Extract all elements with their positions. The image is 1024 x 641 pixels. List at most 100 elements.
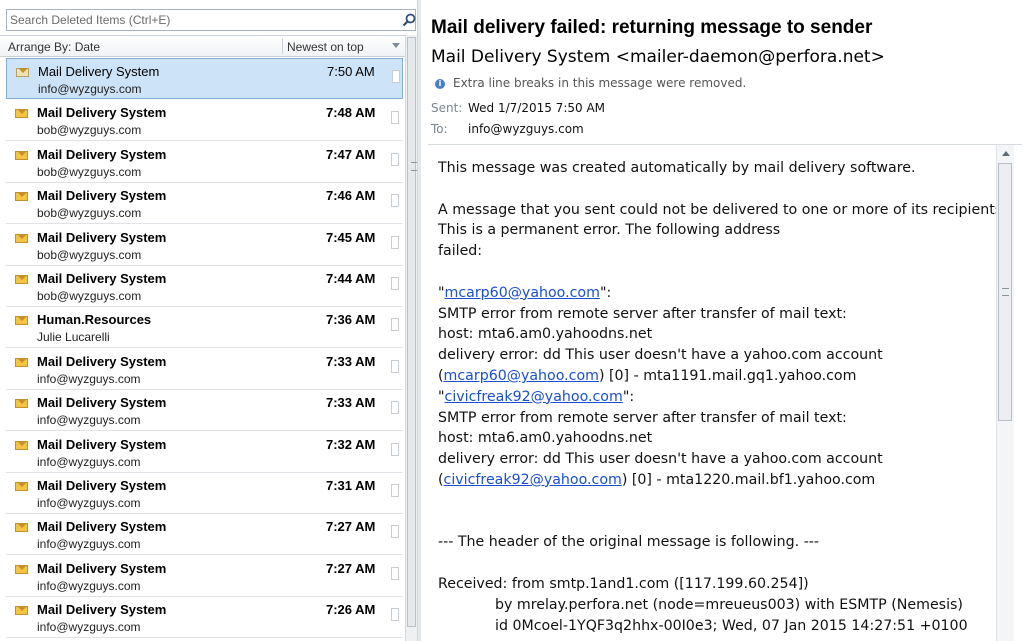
flag-icon[interactable] [391, 525, 399, 539]
email-link[interactable]: civicfreak92@yahoo.com [445, 389, 623, 405]
body-line: (mcarp60@yahoo.com) [0] - mta1191.mail.g… [438, 366, 998, 387]
envelope-icon [15, 440, 28, 450]
body-line [438, 553, 998, 574]
body-text: ) [0] - mta1220.mail.bf1.yahoo.com [621, 471, 876, 488]
message-email: info@wyzguys.com [37, 413, 141, 428]
message-email: info@wyzguys.com [37, 537, 141, 552]
flag-icon[interactable] [391, 359, 399, 373]
body-text: delivery error: dd This user doesn't hav… [438, 347, 883, 364]
message-time: 7:47 AM [326, 146, 376, 162]
email-link[interactable]: mcarp60@yahoo.com [445, 285, 600, 301]
body-text: by mrelay.perfora.net (node=mreueus003) … [495, 596, 963, 613]
message-time: 7:27 AM [326, 519, 376, 535]
envelope-icon [15, 192, 28, 202]
scrollbar-grip-icon [1002, 288, 1009, 296]
message-row[interactable]: Mail Delivery System 7:50 AM info@wyzguys.… [6, 58, 403, 99]
envelope-icon [15, 275, 28, 284]
message-time: 7:26 AM [326, 602, 376, 618]
message-sender: Mail Delivery System [37, 519, 167, 535]
search-icon[interactable] [401, 12, 417, 28]
message-time: 7:32 AM [326, 436, 376, 452]
message-row[interactable]: Mail Delivery System 7:45 AM bob@wyzguys.c… [6, 225, 403, 266]
flag-icon[interactable] [391, 442, 399, 456]
scrollbar-thumb[interactable] [998, 163, 1012, 421]
message-sender: Mail Delivery System [37, 146, 167, 162]
sort-order-label[interactable]: Newest on top [287, 40, 364, 54]
sort-arrow-icon[interactable] [392, 43, 400, 48]
email-link[interactable]: mcarp60@yahoo.com [444, 368, 599, 384]
envelope-icon [15, 523, 28, 533]
scrollbar-thumb[interactable] [407, 37, 418, 627]
body-line: host: mta6.am0.yahoodns.net [438, 428, 998, 449]
message-row[interactable]: Mail Delivery System 7:26 AM info@wyzguys.… [6, 597, 403, 639]
message-row[interactable]: Human.Resources 7:36 AM Julie Lucarelli [6, 307, 403, 349]
arrange-by-bar[interactable]: Arrange By: Date Newest on top [0, 35, 405, 57]
message-row[interactable]: Mail Delivery System 7:48 AM bob@wyzguys.c… [6, 100, 403, 142]
message-email: info@wyzguys.com [37, 620, 141, 635]
flag-icon[interactable] [391, 194, 399, 208]
message-time: 7:48 AM [326, 105, 376, 121]
flag-icon[interactable] [391, 318, 399, 332]
flag-icon[interactable] [391, 152, 399, 166]
body-text: host: mta6.am0.yahoodns.net [438, 430, 653, 447]
body-text: host: mta6.am0.yahoodns.net [438, 326, 653, 343]
message-from[interactable]: Mail Delivery System <mailer-daemon@perf… [431, 47, 885, 67]
email-link[interactable]: civicfreak92@yahoo.com [444, 472, 622, 488]
body-text: failed: [438, 243, 483, 260]
message-row[interactable]: Mail Delivery System 7:27 AM info@wyzguys.… [6, 556, 403, 597]
body-text: ": [599, 284, 612, 301]
message-sender: Mail Delivery System [37, 602, 167, 618]
message-sender: Mail Delivery System [37, 229, 167, 245]
to-value[interactable]: info@wyzguys.com [468, 122, 584, 136]
body-line: host: mta6.am0.yahoodns.net [438, 324, 998, 345]
body-line: Received: from smtp.1and1.com ([117.199.… [438, 574, 998, 595]
envelope-icon [15, 316, 28, 326]
envelope-icon [15, 109, 28, 119]
body-line: SMTP error from remote server after tran… [438, 408, 998, 429]
body-line: by mrelay.perfora.net (node=mreueus003) … [438, 595, 998, 616]
flag-icon[interactable] [391, 484, 399, 497]
message-row[interactable]: Mail Delivery System 7:44 AM bob@wyzguys.c… [6, 266, 403, 307]
flag-icon[interactable] [391, 608, 399, 622]
body-line: This message was created automatically b… [438, 158, 998, 179]
sent-label: Sent: [431, 101, 463, 115]
search-box[interactable] [6, 9, 416, 31]
search-input[interactable] [10, 11, 390, 29]
envelope-icon [15, 150, 28, 160]
message-row[interactable]: Mail Delivery System 7:33 AM info@wyzguys.… [6, 349, 403, 390]
body-line: (civicfreak92@yahoo.com) [0] - mta1220.m… [438, 470, 998, 491]
flag-icon[interactable] [391, 277, 399, 290]
message-row[interactable]: Mail Delivery System 7:27 AM info@wyzguys.… [6, 514, 403, 556]
envelope-icon [15, 357, 28, 367]
message-body-scrollbar[interactable] [996, 145, 1014, 641]
arrange-by-label[interactable]: Arrange By: Date [8, 40, 100, 54]
message-email: bob@wyzguys.com [37, 247, 142, 262]
flag-icon[interactable] [392, 70, 400, 83]
message-email: info@wyzguys.com [37, 578, 141, 593]
flag-icon[interactable] [391, 111, 399, 125]
message-time: 7:33 AM [326, 353, 376, 369]
flag-icon[interactable] [391, 235, 399, 249]
envelope-icon [15, 233, 28, 243]
message-row[interactable]: Mail Delivery System 7:33 AM info@wyzguys.… [6, 390, 403, 432]
to-label: To: [431, 122, 448, 136]
sent-value: Wed 1/7/2015 7:50 AM [468, 101, 606, 115]
message-email: info@wyzguys.com [37, 496, 141, 510]
message-row[interactable]: Mail Delivery System 7:46 AM bob@wyzguys.c… [6, 183, 403, 225]
scroll-up-arrow-icon[interactable] [1002, 151, 1010, 156]
envelope-icon [15, 399, 28, 409]
message-body: This message was created automatically b… [438, 158, 1007, 636]
message-row[interactable]: Mail Delivery System 7:32 AM info@wyzguys.… [6, 432, 403, 473]
body-text: This message was created automatically b… [438, 160, 916, 176]
message-row[interactable]: Mail Delivery System 7:47 AM bob@wyzguys.c… [6, 142, 403, 183]
envelope-icon [15, 564, 28, 574]
body-line: --- The header of the original message i… [438, 532, 998, 553]
info-icon: i [435, 79, 445, 89]
body-text: ": [622, 388, 635, 405]
message-time: 7:50 AM [327, 64, 375, 79]
message-row[interactable]: Mail Delivery System 7:31 AM info@wyzguys.… [6, 473, 403, 514]
flag-icon[interactable] [391, 566, 399, 580]
message-subject: Mail delivery failed: returning message … [431, 17, 873, 38]
info-bar-text[interactable]: Extra line breaks in this message were r… [453, 76, 746, 90]
flag-icon[interactable] [391, 401, 399, 415]
